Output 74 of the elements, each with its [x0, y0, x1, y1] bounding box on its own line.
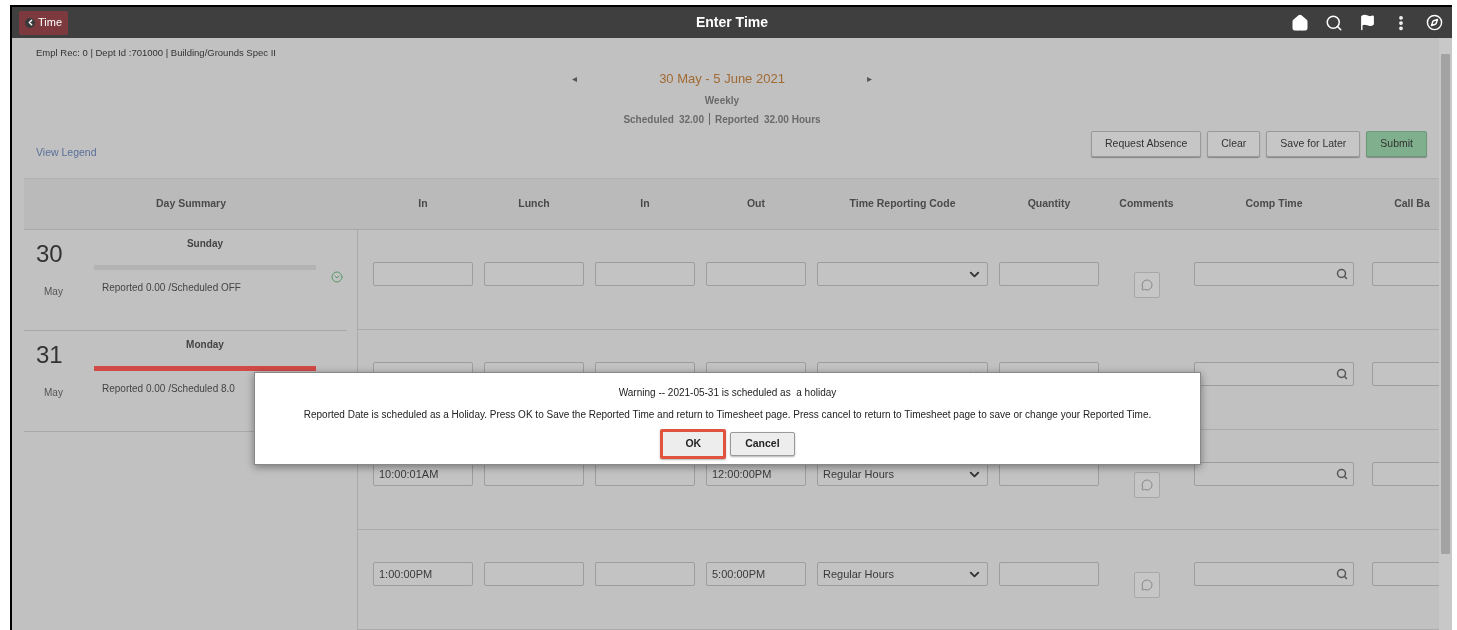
search-field[interactable]: [1194, 262, 1354, 286]
compass-icon[interactable]: [1426, 14, 1443, 31]
dialog-message: Reported Date is scheduled as a Holiday. Press OK to Save the Reported Time and return to Timesheet page. Press cancel to return to Timesheet page to save or change your Reported Time.: [303, 408, 1152, 422]
scheduled-label: Scheduled: [623, 112, 674, 127]
input-field[interactable]: [1372, 362, 1439, 386]
weekday-label: Monday: [185, 338, 225, 352]
employee-info: Empl Rec: 0 | Dept Id :701000 | Building/Grounds Spec II: [36, 46, 277, 60]
back-icon: [25, 17, 35, 28]
reported-label: Reported: [715, 112, 759, 127]
comment-button[interactable]: [1133, 272, 1160, 298]
search-icon: [1336, 568, 1348, 580]
speech-bubble-icon: [1140, 479, 1153, 491]
search-icon: [1336, 368, 1348, 380]
comment-button[interactable]: [1133, 572, 1160, 598]
input-field[interactable]: [484, 262, 584, 286]
column-header: Time Reporting Code: [849, 196, 956, 212]
search-icon[interactable]: [1325, 13, 1343, 32]
next-period-button[interactable]: ▸: [867, 71, 872, 87]
speech-bubble-icon: [1140, 579, 1153, 591]
day-summary: Reported 0.00 /Scheduled OFF: [101, 281, 242, 295]
search-icon: [1336, 268, 1348, 280]
action-button[interactable]: Submit: [1366, 131, 1427, 157]
search-field[interactable]: [1194, 462, 1354, 486]
action-button[interactable]: Save for Later: [1266, 131, 1361, 157]
input-field[interactable]: [1372, 462, 1439, 486]
column-header: Day Summary: [155, 196, 226, 212]
speech-bubble-icon: [1140, 279, 1153, 291]
column-header: Call Ba: [1394, 196, 1430, 212]
input-field[interactable]: [484, 562, 584, 586]
input-field[interactable]: [999, 262, 1099, 286]
column-header: In: [418, 196, 428, 212]
input-field[interactable]: 5:00:00PM: [706, 562, 806, 586]
input-field[interactable]: [1372, 262, 1439, 286]
input-field[interactable]: [1372, 562, 1439, 586]
column-header: Out: [746, 196, 766, 212]
day-summary: Reported 0.00 /Scheduled 8.0: [101, 382, 236, 396]
column-header: In: [640, 196, 650, 212]
input-field[interactable]: [706, 262, 806, 286]
expand-icon[interactable]: [331, 271, 343, 283]
input-field[interactable]: 1:00:00PM: [373, 562, 473, 586]
column-header: Lunch: [518, 196, 550, 212]
dialog-button[interactable]: OK: [660, 429, 727, 459]
period-frequency: Weekly: [704, 93, 740, 108]
column-header: Comments: [1119, 196, 1174, 212]
search-field[interactable]: [1194, 362, 1354, 386]
input-field[interactable]: [595, 262, 695, 286]
select-field[interactable]: Regular Hours: [817, 562, 988, 586]
dialog-title: Warning -- 2021-05-31 is scheduled as a holiday: [618, 386, 837, 400]
flag-icon[interactable]: [1359, 14, 1376, 31]
input-field[interactable]: [595, 562, 695, 586]
column-header: Quantity: [1027, 196, 1071, 212]
day-number: 30: [36, 239, 63, 269]
select-field[interactable]: [817, 262, 988, 286]
back-button[interactable]: Time: [19, 10, 69, 35]
comment-button[interactable]: [1133, 472, 1160, 498]
page-title: Enter Time: [695, 13, 769, 32]
column-header: Comp Time: [1245, 196, 1303, 212]
scrollbar[interactable]: [1439, 38, 1452, 630]
dialog-button[interactable]: Cancel: [730, 432, 795, 456]
weekday-label: Sunday: [185, 237, 225, 251]
action-button[interactable]: Clear: [1207, 131, 1261, 157]
previous-period-button[interactable]: ◂: [572, 71, 577, 87]
home-icon[interactable]: [1291, 13, 1309, 32]
reported-value: 32.00 Hours: [763, 112, 821, 127]
scheduled-value: 32.00: [678, 112, 704, 127]
input-field[interactable]: [373, 262, 473, 286]
action-button[interactable]: Request Absence: [1090, 131, 1202, 157]
search-icon: [1336, 468, 1348, 480]
input-field[interactable]: [999, 562, 1099, 586]
day-number: 31: [36, 340, 63, 370]
period-range: 30 May - 5 June 2021: [659, 70, 785, 88]
search-field[interactable]: [1194, 562, 1354, 586]
month-label: May: [44, 285, 63, 299]
month-label: May: [44, 386, 63, 400]
